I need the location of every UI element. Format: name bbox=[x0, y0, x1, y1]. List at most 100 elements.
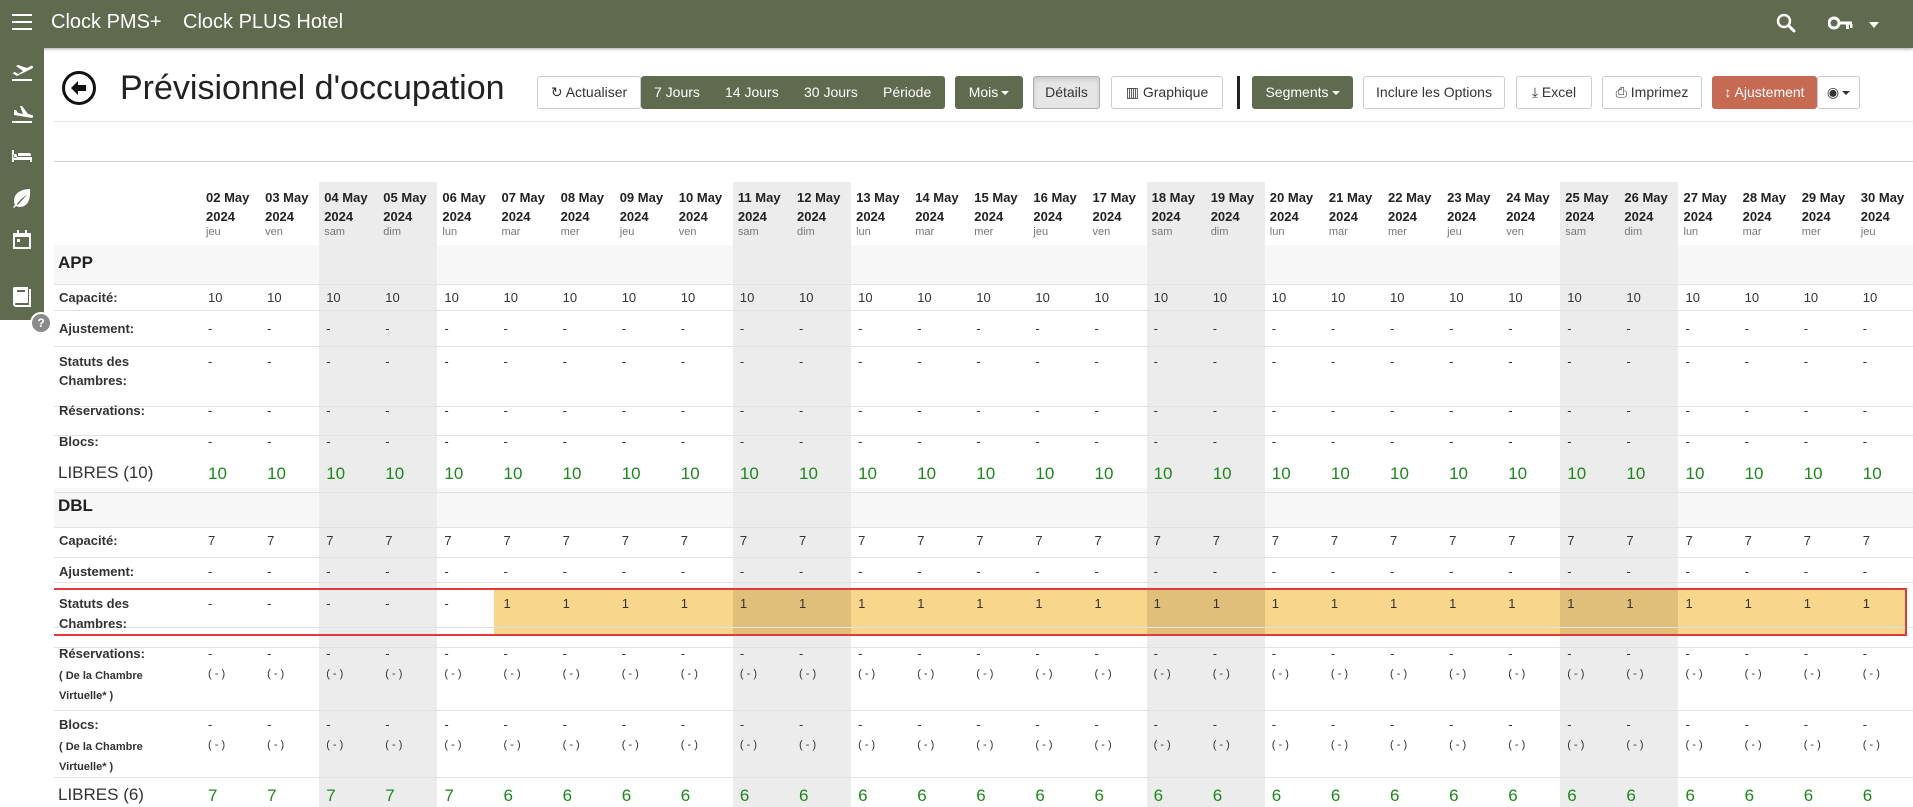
date-year: 2024 bbox=[442, 209, 472, 224]
blocks-cell: - bbox=[1449, 434, 1454, 449]
capacity-cell: 10 bbox=[1094, 290, 1109, 305]
adjustment-cell: - bbox=[562, 564, 567, 579]
search-icon[interactable] bbox=[1775, 12, 1797, 34]
blocks-cell: - bbox=[1153, 434, 1158, 449]
room-status-cell: - bbox=[1390, 354, 1395, 369]
date-weekday: dim bbox=[1210, 226, 1229, 238]
period-30-days-button[interactable]: 30 Jours bbox=[804, 76, 858, 109]
virtual-blocks-cell: ( - ) bbox=[1685, 739, 1703, 751]
free-rooms-cell: 10 bbox=[1567, 464, 1587, 483]
view-options-button[interactable]: ◉ bbox=[1817, 76, 1860, 109]
date-day: 03 May bbox=[265, 190, 309, 205]
menu-icon[interactable] bbox=[12, 14, 32, 34]
virtual-reservations-cell: ( - ) bbox=[739, 668, 757, 680]
adjustment-cell: - bbox=[1744, 564, 1749, 579]
period-7-days-button[interactable]: 7 Jours bbox=[654, 76, 700, 109]
date-header: 08 May 2024 mer bbox=[561, 188, 604, 239]
blocks-cell: - bbox=[562, 434, 567, 449]
capacity-cell: 10 bbox=[1803, 290, 1819, 305]
segments-dropdown-button[interactable]: Segments bbox=[1252, 76, 1353, 109]
date-year: 2024 bbox=[1151, 209, 1181, 224]
blocks-label: Blocs: bbox=[59, 717, 99, 732]
date-header: 14 May 2024 mar bbox=[915, 188, 958, 239]
period-range-button[interactable]: Période bbox=[883, 76, 931, 109]
arrivals-icon[interactable] bbox=[10, 102, 34, 126]
reservations-cell: - bbox=[1390, 403, 1395, 418]
blocks-cell: - bbox=[1390, 717, 1395, 732]
free-rooms-cell: 10 bbox=[1094, 464, 1114, 483]
calendar-icon[interactable] bbox=[10, 228, 34, 252]
room-status-cell: - bbox=[208, 354, 213, 369]
date-year: 2024 bbox=[1269, 209, 1299, 224]
include-options-button[interactable]: Inclure les Options bbox=[1363, 76, 1505, 109]
free-rooms-cell: 6 bbox=[858, 786, 868, 805]
reservations-cell: - bbox=[1212, 646, 1218, 661]
date-day: 22 May bbox=[1388, 190, 1432, 205]
blocks-cell: - bbox=[562, 717, 567, 732]
reservations-cell: - bbox=[444, 403, 449, 418]
date-weekday: ven bbox=[265, 226, 283, 238]
reservations-cell: - bbox=[385, 403, 390, 418]
blocks-cell: - bbox=[267, 717, 272, 732]
blocks-cell: - bbox=[799, 434, 804, 449]
blocks-cell: - bbox=[1449, 717, 1454, 732]
hotel-name[interactable]: Clock PLUS Hotel bbox=[183, 11, 343, 34]
adjustment-cell: - bbox=[267, 564, 272, 579]
virtual-reservations-cell: ( - ) bbox=[1685, 668, 1703, 680]
capacity-cell: 10 bbox=[1212, 290, 1228, 305]
reservations-cell: - bbox=[1803, 403, 1809, 418]
adjustment-button[interactable]: ↕ Ajustement bbox=[1712, 76, 1817, 109]
chart-button[interactable]: ▥ Graphique bbox=[1111, 76, 1223, 109]
date-header: 10 May 2024 ven bbox=[679, 188, 722, 239]
departures-icon[interactable] bbox=[10, 60, 34, 84]
dropdown-caret-icon[interactable] bbox=[1869, 22, 1879, 28]
reservations-cell: - bbox=[1744, 646, 1749, 661]
date-header: 19 May 2024 dim bbox=[1211, 188, 1254, 239]
capacity-label: Capacité: bbox=[59, 533, 118, 548]
reservations-cell: - bbox=[1330, 403, 1336, 418]
refresh-button[interactable]: ↻ Actualiser bbox=[537, 76, 641, 109]
back-arrow-icon[interactable] bbox=[62, 71, 96, 105]
virtual-reservations-cell: ( - ) bbox=[267, 668, 285, 680]
capacity-cell: 7 bbox=[503, 533, 511, 548]
virtual-blocks-cell: ( - ) bbox=[208, 739, 226, 751]
date-weekday: lun bbox=[442, 226, 458, 238]
date-year: 2024 bbox=[383, 209, 413, 224]
blocks-cell: - bbox=[208, 717, 213, 732]
free-rooms-cell: 10 bbox=[208, 464, 227, 483]
capacity-cell: 7 bbox=[1035, 533, 1043, 548]
blocks-cell: - bbox=[1330, 717, 1336, 732]
row-divider bbox=[54, 406, 1913, 407]
capacity-cell: 7 bbox=[1862, 533, 1871, 548]
excel-export-button[interactable]: ⤓ Excel bbox=[1516, 76, 1592, 109]
reservations-cell: - bbox=[739, 646, 745, 661]
blocks-cell: - bbox=[858, 434, 863, 449]
capacity-cell: 7 bbox=[976, 533, 984, 548]
date-header: 12 May 2024 dim bbox=[797, 188, 840, 239]
reservations-cell: - bbox=[1212, 403, 1218, 418]
app-brand[interactable]: Clock PMS+ bbox=[51, 11, 162, 34]
room-status-cell: - bbox=[1330, 354, 1336, 369]
occupancy-table: 02 May 2024 jeu 03 May 2024 ven 04 May 2024 sam 0… bbox=[54, 182, 1913, 807]
blocks-cell: - bbox=[208, 434, 213, 449]
key-icon[interactable] bbox=[1828, 13, 1854, 33]
date-day: 29 May bbox=[1801, 190, 1846, 205]
virtual-blocks-cell: ( - ) bbox=[503, 739, 521, 751]
details-button[interactable]: Détails bbox=[1033, 76, 1100, 109]
book-icon[interactable] bbox=[10, 284, 34, 308]
help-icon[interactable]: ? bbox=[30, 312, 52, 334]
bed-icon[interactable] bbox=[10, 144, 34, 168]
date-year: 2024 bbox=[1388, 209, 1417, 224]
month-dropdown-button[interactable]: Mois bbox=[955, 76, 1023, 109]
virtual-blocks-cell: ( - ) bbox=[1862, 739, 1880, 751]
weekend-column bbox=[1560, 182, 1620, 807]
date-day: 13 May bbox=[856, 190, 900, 205]
sidebar bbox=[0, 48, 44, 320]
leaf-icon[interactable] bbox=[10, 186, 34, 210]
adjustment-cell: - bbox=[503, 321, 508, 336]
date-header: 07 May 2024 mar bbox=[502, 188, 545, 239]
date-header: 22 May 2024 mer bbox=[1388, 188, 1431, 239]
date-weekday: sam bbox=[1565, 226, 1587, 238]
print-button[interactable]: ⎙ Imprimez bbox=[1602, 76, 1702, 109]
period-14-days-button[interactable]: 14 Jours bbox=[725, 76, 779, 109]
